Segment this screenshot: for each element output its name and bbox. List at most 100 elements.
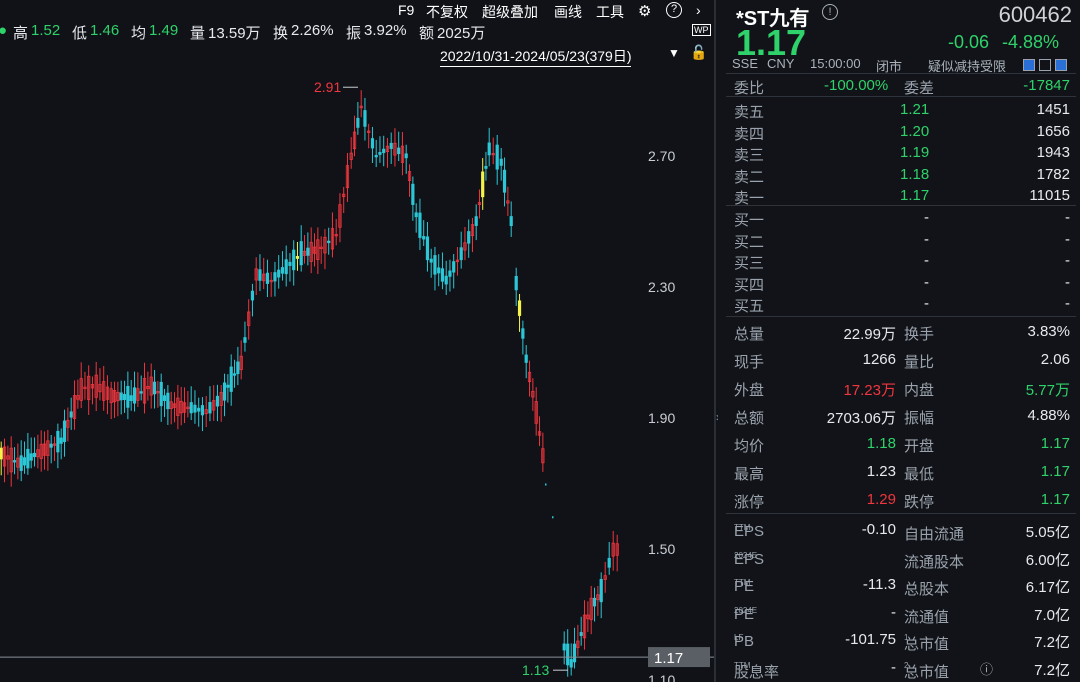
- help-icon[interactable]: ?: [666, 2, 682, 18]
- candle: [153, 382, 155, 394]
- ask-volume: 1943: [1037, 144, 1070, 161]
- edit-icon[interactable]: [1020, 56, 1035, 74]
- candle: [460, 248, 462, 260]
- price-change-pct: -4.88%: [1002, 32, 1059, 53]
- candle: [13, 461, 15, 463]
- fundamental-row: PBLF-101.75总市值17.2亿: [718, 629, 1080, 650]
- candle: [449, 271, 451, 276]
- ask-row[interactable]: 卖四1.201656: [718, 121, 1080, 142]
- detail-label: 总额: [734, 407, 764, 428]
- fund-value: -: [891, 659, 896, 676]
- candle: [163, 396, 165, 401]
- candle-dot: [515, 287, 517, 289]
- fund-value: 7.2亿: [1034, 631, 1070, 652]
- y-tick-label: 1.90: [648, 410, 675, 426]
- ask-label: 卖四: [734, 123, 764, 144]
- detail-row: 外盘17.23万内盘5.77万: [718, 377, 1080, 398]
- draw-button[interactable]: 画线: [554, 2, 582, 22]
- overlay-button[interactable]: 超级叠加: [482, 2, 538, 22]
- ask-row[interactable]: 卖三1.191943: [718, 142, 1080, 163]
- ask-label: 卖二: [734, 166, 764, 187]
- candle: [300, 242, 302, 265]
- triangle-down-icon[interactable]: ▼: [668, 46, 680, 60]
- candle: [259, 270, 261, 281]
- detail-label: 外盘: [734, 379, 764, 400]
- bid-volume: -: [1065, 209, 1070, 226]
- vol-value: 13.59万: [208, 22, 261, 43]
- ask-row[interactable]: 卖二1.181782: [718, 164, 1080, 185]
- f9-button[interactable]: F9: [398, 2, 414, 18]
- wp-icon[interactable]: WP: [692, 24, 711, 36]
- exchange: SSE: [732, 56, 758, 71]
- y-tick-label: 2.70: [648, 148, 675, 164]
- candle: [468, 232, 470, 244]
- stock-code: 600462: [999, 2, 1072, 28]
- kline-chart[interactable]: 2.702.301.901.501.101.172.911.13: [0, 66, 714, 682]
- candle: [230, 367, 232, 391]
- bid-label: 买二: [734, 231, 764, 252]
- bid-row[interactable]: 买一--: [718, 207, 1080, 228]
- max-price-label: 2.91: [314, 79, 341, 95]
- ask-price: 1.20: [900, 123, 929, 140]
- ask-volume: 1782: [1037, 166, 1070, 183]
- detail-label: 开盘: [904, 435, 934, 456]
- panel-divider[interactable]: [714, 0, 716, 682]
- candle: [453, 262, 455, 272]
- candle: [441, 269, 443, 282]
- candle: [608, 558, 610, 567]
- window-icon[interactable]: [1036, 56, 1051, 74]
- gear-icon[interactable]: ⚙: [638, 2, 651, 20]
- bid-volume: -: [1065, 231, 1070, 248]
- amp-value: 3.92%: [364, 22, 407, 39]
- info-icon[interactable]: !: [822, 4, 838, 20]
- bid-volume: -: [1065, 274, 1070, 291]
- detail-row: 总额 2703.06万振幅 4.88%: [718, 405, 1080, 426]
- candle: [20, 456, 22, 471]
- detail-label: 换手: [904, 323, 934, 344]
- bid-volume: -: [1065, 295, 1070, 312]
- tools-button[interactable]: 工具: [596, 2, 624, 22]
- detail-value: 22.99万: [843, 323, 896, 344]
- detail-label: 内盘: [904, 379, 934, 400]
- chevron-right-icon[interactable]: ›: [696, 2, 701, 18]
- bid-row[interactable]: 买五--: [718, 293, 1080, 314]
- candle: [426, 237, 428, 260]
- bid-row[interactable]: 买四--: [718, 272, 1080, 293]
- candle: [190, 403, 192, 413]
- bid-price: -: [924, 274, 929, 291]
- detail-value: 2703.06万: [827, 407, 896, 428]
- adjust-button[interactable]: 不复权: [426, 2, 468, 22]
- y-tick-label: 2.30: [648, 279, 675, 295]
- price-change: -0.06: [948, 32, 989, 53]
- bid-price: -: [924, 231, 929, 248]
- candle-dot: [545, 484, 547, 486]
- ask-row[interactable]: 卖五1.211451: [718, 99, 1080, 120]
- detail-row: 最高1.23最低1.17: [718, 461, 1080, 482]
- candle: [525, 355, 527, 362]
- candle: [274, 273, 276, 281]
- candle: [434, 256, 436, 275]
- candle: [593, 598, 595, 606]
- lock-icon[interactable]: 🔓: [690, 44, 707, 61]
- candle: [563, 644, 565, 650]
- detail-row: 均价1.18开盘1.17: [718, 433, 1080, 454]
- candle: [357, 118, 359, 127]
- y-tick-label: 1.10: [648, 672, 675, 682]
- add-icon[interactable]: [1052, 56, 1067, 74]
- detail-value: 4.88%: [1027, 407, 1070, 424]
- detail-value: 1.18: [867, 435, 896, 452]
- high-value: 1.52: [31, 22, 60, 39]
- date-range[interactable]: 2022/10/31-2024/05/23(379日): [440, 46, 631, 67]
- ask-row[interactable]: 卖一1.1711015: [718, 185, 1080, 206]
- candle: [580, 632, 582, 635]
- candle: [198, 408, 200, 411]
- candle: [510, 217, 512, 226]
- bid-row[interactable]: 买三--: [718, 250, 1080, 271]
- bid-row[interactable]: 买二 - -: [718, 229, 1080, 250]
- currency: CNY: [767, 56, 794, 71]
- candle: [573, 644, 575, 662]
- detail-label: 振幅: [904, 407, 934, 428]
- amt-value: 2025万: [437, 22, 485, 43]
- info-circle-icon[interactable]: ⓘ: [980, 659, 993, 678]
- bid-label: 买一: [734, 209, 764, 230]
